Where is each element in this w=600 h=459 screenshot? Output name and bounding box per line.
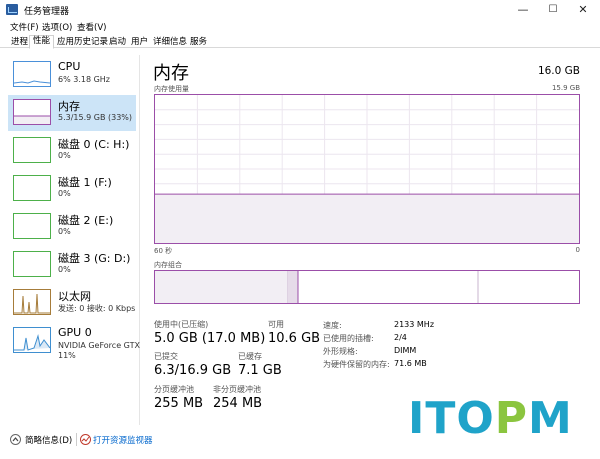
form-factor-value: DIMM xyxy=(394,346,417,355)
committed-value: 6.3/16.9 GB xyxy=(154,363,232,378)
title-bar: 任务管理器 — ☐ ✕ xyxy=(0,0,600,20)
composition-modified xyxy=(288,271,298,303)
task-manager-icon xyxy=(6,4,18,15)
resource-sidebar: CPU 6% 3.18 GHz 内存 5.3/15.9 GB (33%) 磁盘 … xyxy=(0,55,140,425)
menu-options[interactable]: 选项(O) xyxy=(42,21,72,33)
sidebar-item-value-2: 11% xyxy=(58,351,76,360)
minimize-button[interactable]: — xyxy=(508,0,538,20)
cpu-thumbnail xyxy=(13,61,51,87)
graph-time-right: 0 xyxy=(575,246,580,254)
sidebar-item-label: 磁盘 3 (G: D:) xyxy=(58,252,131,265)
sidebar-item-value: 0% xyxy=(58,189,71,198)
sidebar-item-disk2[interactable]: 磁盘 2 (E:) 0% xyxy=(8,209,136,245)
paged-pool-value: 255 MB xyxy=(154,396,204,411)
sidebar-item-gpu[interactable]: GPU 0 NVIDIA GeForce GTX 11% xyxy=(8,323,140,365)
resource-monitor-icon xyxy=(80,434,91,445)
committed-label: 已提交 xyxy=(154,352,178,361)
sidebar-item-value: 0% xyxy=(58,265,71,274)
sidebar-item-label: GPU 0 xyxy=(58,326,92,339)
menu-file[interactable]: 文件(F) xyxy=(10,21,39,33)
sidebar-item-disk1[interactable]: 磁盘 1 (F:) 0% xyxy=(8,171,136,207)
tab-performance[interactable]: 性能 xyxy=(29,35,55,49)
gpu-thumbnail xyxy=(13,327,51,353)
in-use-label: 使用中(已压缩) xyxy=(154,320,209,329)
nonpaged-pool-label: 非分页缓冲池 xyxy=(213,385,261,394)
chevron-up-icon[interactable] xyxy=(10,434,21,445)
in-use-value: 5.0 GB (17.0 MB) xyxy=(154,331,266,346)
sidebar-item-label: CPU xyxy=(58,60,81,73)
composition-label: 内存组合 xyxy=(154,261,182,269)
sidebar-item-label: 内存 xyxy=(58,100,80,113)
disk-thumbnail xyxy=(13,251,51,277)
sidebar-item-cpu[interactable]: CPU 6% 3.18 GHz xyxy=(8,57,136,93)
tab-app-history[interactable]: 应用历史记录 xyxy=(53,36,112,48)
cached-label: 已缓存 xyxy=(238,352,262,361)
graph-time-left: 60 秒 xyxy=(154,247,173,255)
sidebar-item-value: 5.3/15.9 GB (33%) xyxy=(58,113,133,122)
slots-value: 2/4 xyxy=(394,333,407,342)
available-label: 可用 xyxy=(268,320,284,329)
page-title: 内存 xyxy=(153,63,189,84)
tab-strip: 进程 性能 应用历史记录 启动 用户 详细信息 服务 xyxy=(0,34,600,49)
disk-thumbnail xyxy=(13,175,51,201)
speed-value: 2133 MHz xyxy=(394,320,435,329)
sidebar-item-label: 磁盘 2 (E:) xyxy=(58,214,114,227)
form-factor-label: 外形规格: xyxy=(323,347,358,356)
sidebar-item-disk0[interactable]: 磁盘 0 (C: H:) 0% xyxy=(8,133,136,169)
window-title: 任务管理器 xyxy=(24,7,70,17)
close-button[interactable]: ✕ xyxy=(568,0,598,20)
fewer-details-link[interactable]: 简略信息(D) xyxy=(25,434,72,446)
usage-graph-max: 15.9 GB xyxy=(551,84,580,92)
sidebar-item-value: 6% 3.18 GHz xyxy=(58,75,111,84)
menu-view[interactable]: 查看(V) xyxy=(77,21,106,33)
memory-usage-graph xyxy=(154,94,580,244)
sidebar-item-value: NVIDIA GeForce GTX xyxy=(58,341,140,350)
composition-in-use xyxy=(155,271,288,303)
sidebar-item-ethernet[interactable]: 以太网 发送: 0 接收: 0 Kbps xyxy=(8,285,136,321)
slots-label: 已使用的插槽: xyxy=(323,334,374,343)
sidebar-item-disk3[interactable]: 磁盘 3 (G: D:) 0% xyxy=(8,247,136,283)
usage-area xyxy=(155,194,579,243)
menu-bar: 文件(F) 选项(O) 查看(V) xyxy=(0,20,600,34)
cached-value: 7.1 GB xyxy=(238,363,282,378)
maximize-button[interactable]: ☐ xyxy=(538,0,568,20)
ethernet-thumbnail xyxy=(13,289,51,315)
tab-details[interactable]: 详细信息 xyxy=(149,36,191,48)
paged-pool-label: 分页缓冲池 xyxy=(154,385,194,394)
memory-thumbnail xyxy=(13,99,51,125)
usage-graph-label: 内存使用量 xyxy=(154,85,189,93)
sidebar-item-label: 以太网 xyxy=(58,290,91,303)
footer-divider xyxy=(76,433,77,446)
available-value: 10.6 GB xyxy=(268,331,321,346)
sidebar-item-label: 磁盘 1 (F:) xyxy=(58,176,112,189)
memory-composition-bar xyxy=(154,270,580,304)
hardware-reserved-label: 为硬件保留的内存: xyxy=(323,360,390,369)
total-memory: 16.0 GB xyxy=(537,65,580,77)
tab-services[interactable]: 服务 xyxy=(186,36,211,48)
hardware-reserved-value: 71.6 MB xyxy=(394,359,427,368)
nonpaged-pool-value: 254 MB xyxy=(213,396,263,411)
sidebar-item-memory[interactable]: 内存 5.3/15.9 GB (33%) xyxy=(8,95,136,131)
open-resource-monitor-link[interactable]: 打开资源监视器 xyxy=(93,434,153,446)
disk-thumbnail xyxy=(13,137,51,163)
sidebar-item-value: 发送: 0 接收: 0 Kbps xyxy=(58,304,136,313)
sidebar-item-value: 0% xyxy=(58,227,71,236)
sidebar-item-value: 0% xyxy=(58,151,71,160)
itopm-watermark-logo: ITOPM xyxy=(408,393,573,444)
speed-label: 速度: xyxy=(323,321,342,330)
disk-thumbnail xyxy=(13,213,51,239)
sidebar-item-label: 磁盘 0 (C: H:) xyxy=(58,138,130,151)
